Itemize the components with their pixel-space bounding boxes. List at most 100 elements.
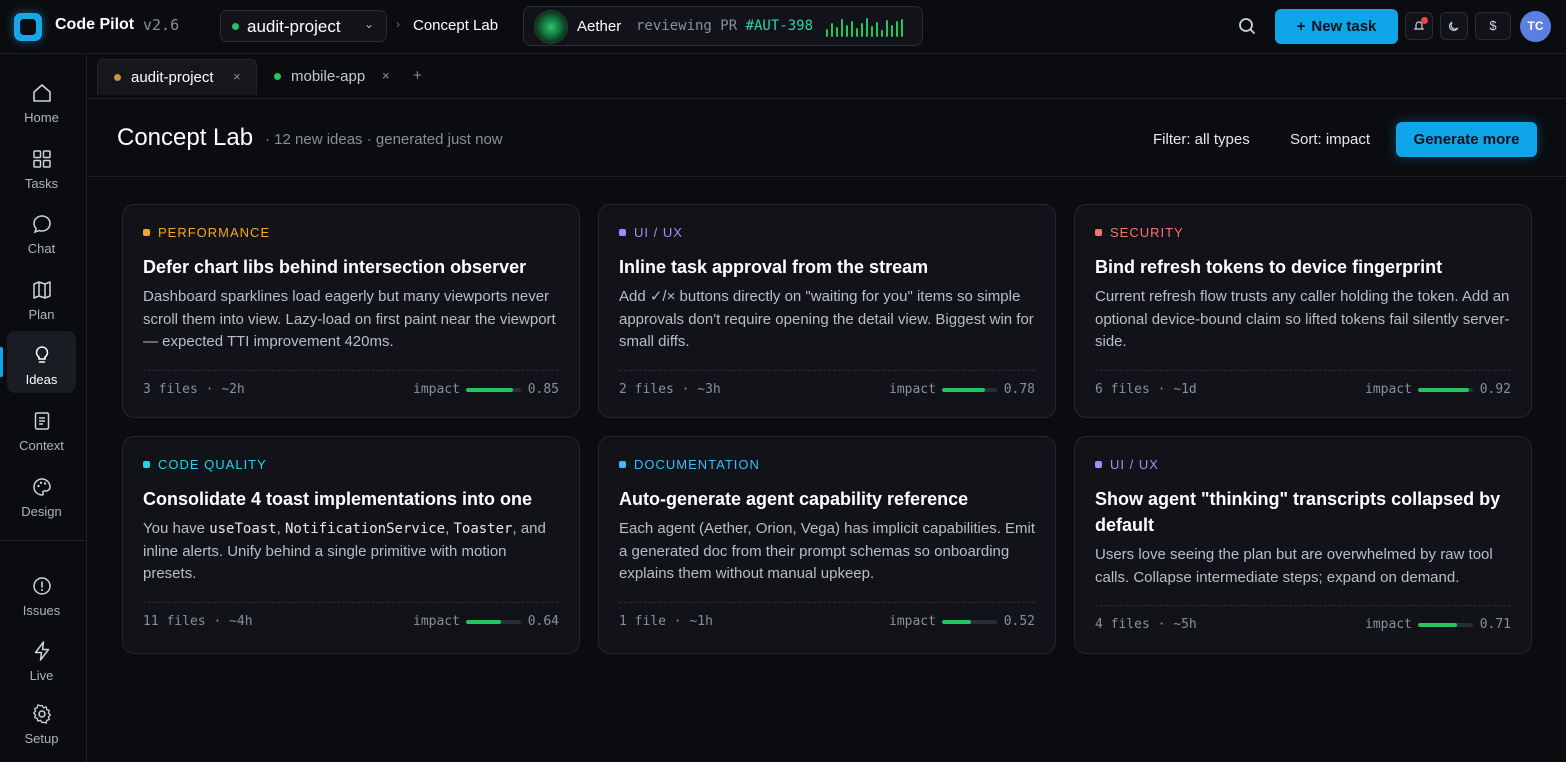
alert-circle-icon [33,577,51,595]
grid-icon [33,150,51,168]
tab-audit-project[interactable]: audit-project × [97,59,257,95]
idea-meta: 11 files · ~4h [143,614,253,629]
project-selector[interactable]: audit-project ⌄ [220,10,387,42]
sidebar-item-chat[interactable]: Chat [7,200,76,262]
agent-name: Aether [577,18,622,35]
sidebar-item-label: Context [19,438,64,453]
new-task-button[interactable]: + New task [1275,9,1398,44]
idea-card[interactable]: CODE QUALITY Consolidate 4 toast impleme… [122,436,580,654]
agent-status-pill[interactable]: Aether reviewing PR #AUT-398 [523,6,923,46]
close-icon[interactable]: × [233,69,241,84]
impact-label: impact [889,614,936,629]
filter-dropdown[interactable]: Filter: all types [1153,131,1250,148]
project-tab-bar: audit-project × mobile-app × + [87,55,1566,99]
user-avatar[interactable]: TC [1520,11,1551,42]
idea-footer: 11 files · ~4h impact 0.64 [143,602,559,634]
agent-status-text: reviewing PR #AUT-398 [636,18,813,34]
impact-score: 0.92 [1479,382,1511,397]
impact-score: 0.71 [1479,617,1511,632]
idea-footer: 2 files · ~3h impact 0.78 [619,370,1035,402]
category-badge: SECURITY [1095,225,1184,240]
impact-bar [1418,388,1473,392]
impact-score: 0.64 [527,614,559,629]
idea-description: Each agent (Aether, Orion, Vega) has imp… [619,520,1036,582]
idea-title: Inline task approval from the stream [619,257,929,277]
idea-description: Dashboard sparklines load eagerly but ma… [143,288,556,350]
sidebar-item-tasks[interactable]: Tasks [7,135,76,197]
tab-label: mobile-app [291,68,366,85]
tab-label: audit-project [131,69,214,86]
breadcrumb-separator-icon: › [396,17,400,31]
chevron-down-icon: ⌄ [363,17,374,31]
bolt-icon [34,641,50,661]
sidebar-item-label: Live [29,668,54,683]
sidebar-item-ideas[interactable]: Ideas [0,331,76,393]
add-tab-icon[interactable]: + [413,67,422,84]
dollar-icon: $ [1489,18,1497,33]
idea-card[interactable]: DOCUMENTATION Auto-generate agent capabi… [598,436,1056,654]
sidebar-item-label: Design [21,504,62,519]
gear-icon [33,704,51,724]
impact-score: 0.78 [1003,382,1035,397]
sidebar-item-label: Home [24,110,59,125]
sidebar-item-design[interactable]: Design [7,463,76,525]
breadcrumb-current: Concept Lab [413,17,499,34]
page-subtitle: · 12 new ideas · generated just now [265,131,503,148]
tab-status-dot [114,74,121,81]
agent-status-prefix: reviewing PR [636,18,746,34]
agent-status-ref[interactable]: #AUT-398 [746,18,813,34]
sidebar-item-label: Setup [24,731,59,746]
sidebar-item-home[interactable]: Home [7,69,76,131]
impact-bar [1418,623,1473,627]
notification-dot [1421,17,1428,24]
impact-label: impact [413,382,460,397]
category-badge: UI / UX [619,225,683,240]
search-icon[interactable] [1236,15,1258,37]
idea-footer: 3 files · ~2h impact 0.85 [143,370,559,402]
moon-icon [1449,21,1459,31]
idea-footer: 4 files · ~5h impact 0.71 [1095,605,1511,637]
tab-status-dot [274,73,281,80]
idea-meta: 1 file · ~1h [619,614,713,629]
idea-description: Users love seeing the plan but are overw… [1095,546,1493,586]
idea-title: Defer chart libs behind intersection obs… [143,257,527,277]
idea-description: Current refresh flow trusts any caller h… [1095,288,1510,350]
billing-button[interactable]: $ [1475,12,1511,40]
sidebar-item-label: Ideas [25,372,58,387]
impact-score: 0.52 [1003,614,1035,629]
notifications-button[interactable] [1405,12,1433,40]
tab-mobile-app[interactable]: mobile-app × [262,59,402,95]
idea-card[interactable]: SECURITY Bind refresh tokens to device f… [1074,204,1532,418]
sort-dropdown[interactable]: Sort: impact [1290,131,1370,148]
app-version: v2.6 [143,16,180,34]
category-badge: DOCUMENTATION [619,457,760,472]
sidebar-item-label: Chat [27,241,56,256]
idea-meta: 2 files · ~3h [619,382,721,397]
sidebar-item-live[interactable]: Live [7,627,76,689]
sidebar-item-plan[interactable]: Plan [7,266,76,328]
idea-footer: 6 files · ~1d impact 0.92 [1095,370,1511,402]
app-logo-icon[interactable] [14,13,42,41]
idea-meta: 3 files · ~2h [143,382,245,397]
sidebar-item-setup[interactable]: Setup [7,690,76,752]
chat-icon [33,215,51,234]
idea-card[interactable]: PERFORMANCE Defer chart libs behind inte… [122,204,580,418]
idea-meta: 4 files · ~5h [1095,617,1197,632]
impact-bar [942,620,997,624]
theme-toggle-button[interactable] [1440,12,1468,40]
sidebar-item-issues[interactable]: Issues [7,562,76,624]
idea-title: Bind refresh tokens to device fingerprin… [1095,257,1443,277]
lightbulb-icon [35,346,49,363]
impact-score: 0.85 [527,382,559,397]
home-icon [33,84,51,102]
idea-title: Consolidate 4 toast implementations into… [143,489,533,509]
sidebar: Home Tasks Chat Plan Ideas Context Desig… [0,55,87,762]
sidebar-item-context[interactable]: Context [7,397,76,459]
sidebar-divider [0,540,86,541]
close-icon[interactable]: × [382,68,390,83]
idea-title: Auto-generate agent capability reference [619,489,969,509]
idea-card[interactable]: UI / UX Show agent "thinking" transcript… [1074,436,1532,654]
map-icon [33,281,51,299]
idea-card[interactable]: UI / UX Inline task approval from the st… [598,204,1056,418]
generate-more-button[interactable]: Generate more [1396,122,1537,157]
